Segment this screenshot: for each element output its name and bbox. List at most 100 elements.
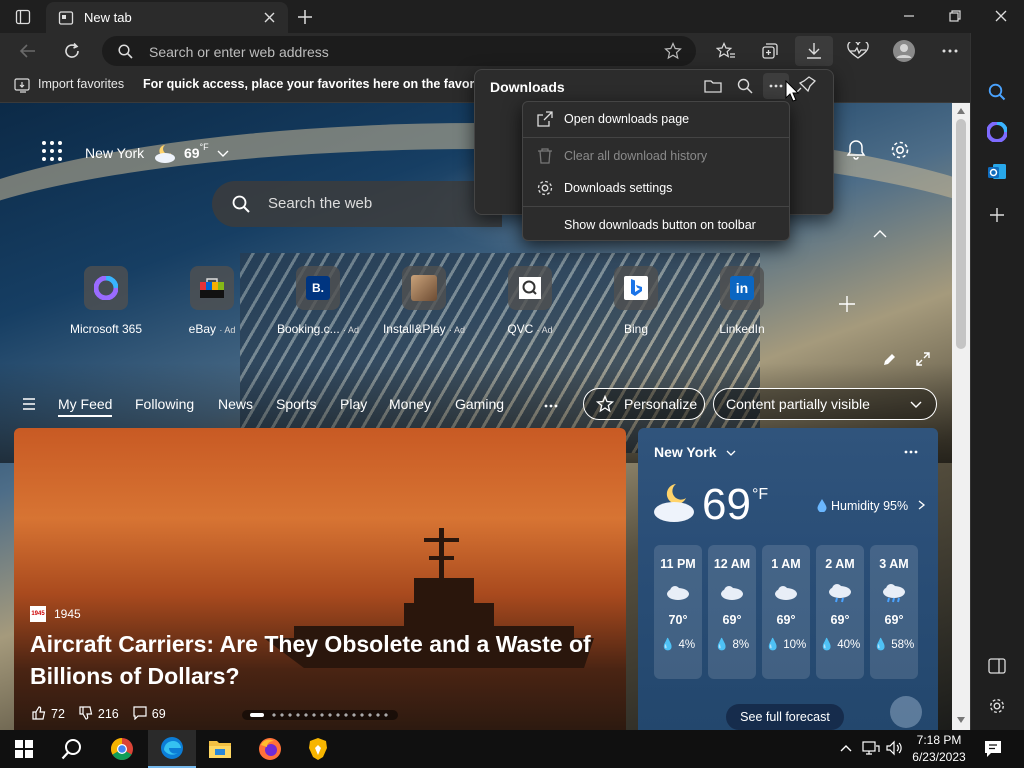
quick-link-linkedin[interactable]: in LinkedIn [692,266,792,336]
restore-button[interactable] [932,4,978,28]
news-card[interactable]: 1945 1945 Aircraft Carriers: Are They Ob… [14,428,626,730]
chevron-down-icon [217,150,229,157]
import-favorites-link[interactable]: Import favorites [38,77,124,91]
feed-tab-gaming[interactable]: Gaming [455,396,504,412]
comments-button[interactable]: 69 [133,706,166,721]
notifications-bell-icon[interactable] [846,139,866,161]
taskbar-firefox[interactable] [246,730,294,768]
hourly-forecast-item[interactable]: 3 AM 69° 💧 58% [870,545,918,679]
back-button[interactable] [14,37,42,65]
search-downloads-icon[interactable] [737,78,753,94]
add-favorite-star-icon[interactable] [664,42,682,60]
sidebar-copilot-icon[interactable] [987,122,1007,142]
feed-tab-sports[interactable]: Sports [276,396,316,412]
new-tab-button[interactable] [294,6,316,28]
add-quick-link-icon[interactable] [838,295,856,313]
tab-new-tab[interactable]: New tab [46,2,288,33]
linkedin-logo-icon: in [720,266,764,310]
feed-tab-following[interactable]: Following [135,396,194,412]
sidebar-settings-gear-icon[interactable] [988,697,1006,715]
weather-city[interactable]: New York [654,444,736,460]
humidity-indicator[interactable]: Humidity 95% [816,498,926,513]
weather-summary[interactable]: New York 69°F [85,142,229,164]
web-search-box[interactable]: Search the web [212,181,502,227]
sidebar-add-icon[interactable] [989,207,1005,223]
sidebar-search-icon[interactable] [988,83,1006,101]
see-full-forecast-button[interactable]: See full forecast [726,704,844,730]
hourly-forecast-item[interactable]: 11 PM 70° 💧 4% [654,545,702,679]
address-bar[interactable]: Search or enter web address [102,36,696,66]
system-clock[interactable]: 7:18 PM 6/23/2023 [906,732,972,766]
quick-link-bing[interactable]: Bing [586,266,686,336]
quick-link-microsoft-365[interactable]: Microsoft 365 [56,266,156,336]
show-hidden-icons-chevron[interactable] [840,744,852,752]
clear-download-history-item[interactable]: Clear all download history [523,141,789,171]
light-rain-icon [829,584,851,603]
content-visibility-dropdown[interactable]: Content partially visible [713,388,937,420]
quick-link-qvc[interactable]: QVC · Ad [480,266,580,336]
hourly-forecast-item[interactable]: 2 AM 69° 💧 40% [816,545,864,679]
hourly-forecast-item[interactable]: 12 AM 69° 💧 8% [708,545,756,679]
taskbar-chrome[interactable] [98,730,146,768]
taskbar-file-explorer[interactable] [196,730,244,768]
volume-icon[interactable] [886,740,904,756]
page-settings-gear-icon[interactable] [889,139,911,161]
weather-radar-thumbnail[interactable] [890,696,922,728]
expand-icon[interactable] [916,352,930,366]
quick-link-ebay[interactable]: eBay · Ad [162,266,262,336]
news-headline[interactable]: Aircraft Carriers: Are They Obsolete and… [30,628,610,692]
toolbar: Search or enter web address [0,33,1024,69]
apps-launcher-icon[interactable] [42,141,62,161]
settings-more-icon[interactable] [936,37,964,65]
open-downloads-page-item[interactable]: Open downloads page [523,104,789,134]
scroll-up-icon[interactable] [957,108,965,114]
ebay-bag-icon [190,266,234,310]
collections-icon[interactable] [756,37,784,65]
browser-essentials-icon[interactable] [844,37,872,65]
news-reactions: 72 216 69 [32,706,166,721]
feed-menu-icon[interactable] [22,398,36,410]
carousel-indicator[interactable] [242,710,398,720]
weather-more-options-icon[interactable] [904,450,918,454]
feed-tab-news[interactable]: News [218,396,253,412]
taskbar-edge[interactable] [148,730,196,768]
downloads-settings-item[interactable]: Downloads settings [523,173,789,203]
quick-link-booking[interactable]: B. Booking.c... · Ad [268,266,368,336]
taskbar-search-button[interactable] [48,730,96,768]
downloads-button[interactable] [795,36,833,66]
collapse-chevron-icon[interactable] [873,229,887,239]
scroll-down-icon[interactable] [957,717,965,723]
taskbar-brave[interactable] [294,730,342,768]
close-window-button[interactable] [978,4,1024,28]
favorites-icon[interactable] [712,37,740,65]
cloudy-icon [721,586,743,600]
feed-tab-play[interactable]: Play [340,396,367,412]
edit-background-icon[interactable] [882,353,896,367]
feed-tab-my-feed[interactable]: My Feed [58,396,113,417]
tab-actions-icon[interactable] [12,6,34,28]
sidebar-hide-icon[interactable] [988,658,1006,674]
more-feed-tabs-icon[interactable] [544,404,558,408]
sidebar-outlook-icon[interactable] [987,162,1007,182]
title-bar: New tab [0,0,1024,33]
like-button[interactable]: 72 [32,706,65,721]
dislike-button[interactable]: 216 [79,706,119,721]
quick-link-install-play[interactable]: Install&Play · Ad [374,266,474,336]
scrollbar-thumb[interactable] [956,119,966,349]
download-icon [807,43,821,59]
network-icon[interactable] [862,740,880,756]
open-downloads-folder-icon[interactable] [704,78,722,94]
feed-tab-money[interactable]: Money [389,396,431,412]
weather-card[interactable]: New York 69 °F Humidity 95% 11 PM 70° 💧 … [638,428,938,730]
show-downloads-button-item[interactable]: Show downloads button on toolbar [523,210,789,240]
page-scrollbar[interactable] [952,103,970,730]
minimize-button[interactable] [886,4,932,28]
refresh-button[interactable] [58,37,86,65]
start-button[interactable] [0,730,48,768]
hourly-forecast-item[interactable]: 1 AM 69° 💧 10% [762,545,810,679]
profile-avatar[interactable] [890,37,918,65]
personalize-button[interactable]: Personalize [583,388,705,420]
close-tab-icon[interactable] [264,12,275,23]
thumbs-down-icon [79,706,93,720]
notification-center-icon[interactable] [983,739,1003,759]
